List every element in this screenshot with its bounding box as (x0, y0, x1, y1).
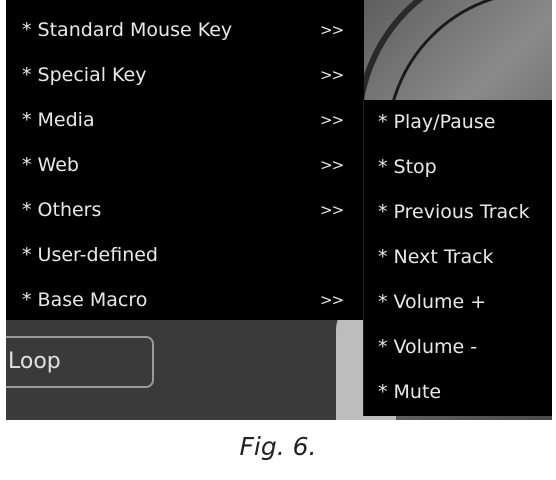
submenu-item-label: * Previous Track (378, 201, 530, 223)
menu-item-user-defined[interactable]: * User-defined (6, 233, 364, 278)
submenu-item-volume-down[interactable]: * Volume - (364, 325, 552, 370)
menu-item-label: * Web (22, 154, 79, 176)
menu-item-label: * Base Macro (22, 289, 148, 311)
menu-item-label: * User-defined (22, 244, 158, 266)
submenu-item-label: * Next Track (378, 246, 494, 268)
submenu-item-stop[interactable]: * Stop (364, 145, 552, 190)
menu-item-standard-mouse-key[interactable]: * Standard Mouse Key >> (6, 8, 364, 53)
submenu-item-label: * Stop (378, 156, 437, 178)
submenu-arrow-icon: >> (320, 201, 344, 219)
menu-item-others[interactable]: * Others >> (6, 188, 364, 233)
submenu-item-label: * Volume + (378, 291, 487, 313)
loop-button-label: Loop (8, 349, 61, 374)
context-menu: * Standard Mouse Key >> * Special Key >>… (6, 0, 364, 320)
loop-button[interactable]: Loop (6, 336, 154, 388)
submenu-item-previous-track[interactable]: * Previous Track (364, 190, 552, 235)
menu-item-web[interactable]: * Web >> (6, 143, 364, 188)
app-screen: Loop * Standard Mouse Key >> * Special K… (6, 0, 552, 420)
submenu-item-volume-up[interactable]: * Volume + (364, 280, 552, 325)
submenu-item-next-track[interactable]: * Next Track (364, 235, 552, 280)
submenu-arrow-icon: >> (320, 111, 344, 129)
submenu-item-label: * Mute (378, 381, 442, 403)
figure-caption: Fig. 6. (239, 432, 317, 461)
menu-item-special-key[interactable]: * Special Key >> (6, 53, 364, 98)
submenu-item-label: * Volume - (378, 336, 478, 358)
menu-item-label: * Others (22, 199, 102, 221)
submenu-arrow-icon: >> (320, 291, 344, 309)
submenu-item-label: * Play/Pause (378, 111, 496, 133)
menu-item-label: * Special Key (22, 64, 147, 86)
menu-item-base-macro[interactable]: * Base Macro >> (6, 278, 364, 323)
menu-item-media[interactable]: * Media >> (6, 98, 364, 143)
submenu-arrow-icon: >> (320, 156, 344, 174)
submenu-arrow-icon: >> (320, 66, 344, 84)
submenu-item-mute[interactable]: * Mute (364, 370, 552, 415)
submenu-arrow-icon: >> (320, 21, 344, 39)
menu-item-label: * Media (22, 109, 95, 131)
submenu-item-play-pause[interactable]: * Play/Pause (364, 100, 552, 145)
menu-item-label: * Standard Mouse Key (22, 19, 233, 41)
media-submenu: * Play/Pause * Stop * Previous Track * N… (363, 100, 552, 416)
